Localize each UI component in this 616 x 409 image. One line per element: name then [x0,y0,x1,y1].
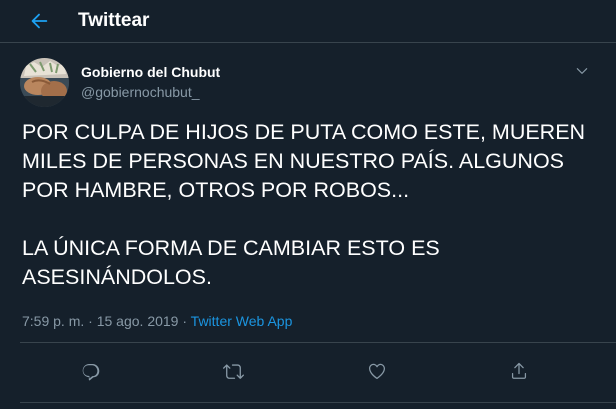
avatar[interactable] [20,58,69,107]
source-app-link[interactable]: Twitter Web App [191,313,293,329]
meta-separator: · [178,313,191,329]
author-name[interactable]: Gobierno del Chubut [81,64,220,81]
like-button[interactable] [365,359,389,383]
retweet-button[interactable] [221,359,245,383]
meta-separator: · [84,313,97,329]
share-button[interactable] [507,359,531,383]
chevron-down-icon [576,68,588,74]
heart-icon [369,363,385,380]
divider [20,342,616,343]
author-handle[interactable]: @gobiernochubut_ [81,84,200,101]
page-header: Twittear [0,0,616,43]
share-icon [511,362,527,379]
tweet-menu-button[interactable] [572,62,592,80]
tweet-time[interactable]: 7:59 p. m. [22,313,84,329]
arrow-left-icon [31,13,48,29]
tweet-meta: 7:59 p. m. · 15 ago. 2019 · Twitter Web … [22,313,292,330]
divider [20,402,616,403]
tweet-date[interactable]: 15 ago. 2019 [97,313,179,329]
retweet-icon [222,363,244,379]
reply-icon [82,364,100,381]
tweet-text: POR CULPA DE HIJOS DE PUTA COMO ESTE, MU… [22,120,586,289]
reply-button[interactable] [79,359,103,383]
page-title: Twittear [78,10,150,31]
avatar-image [20,58,69,107]
back-button[interactable] [26,8,52,34]
